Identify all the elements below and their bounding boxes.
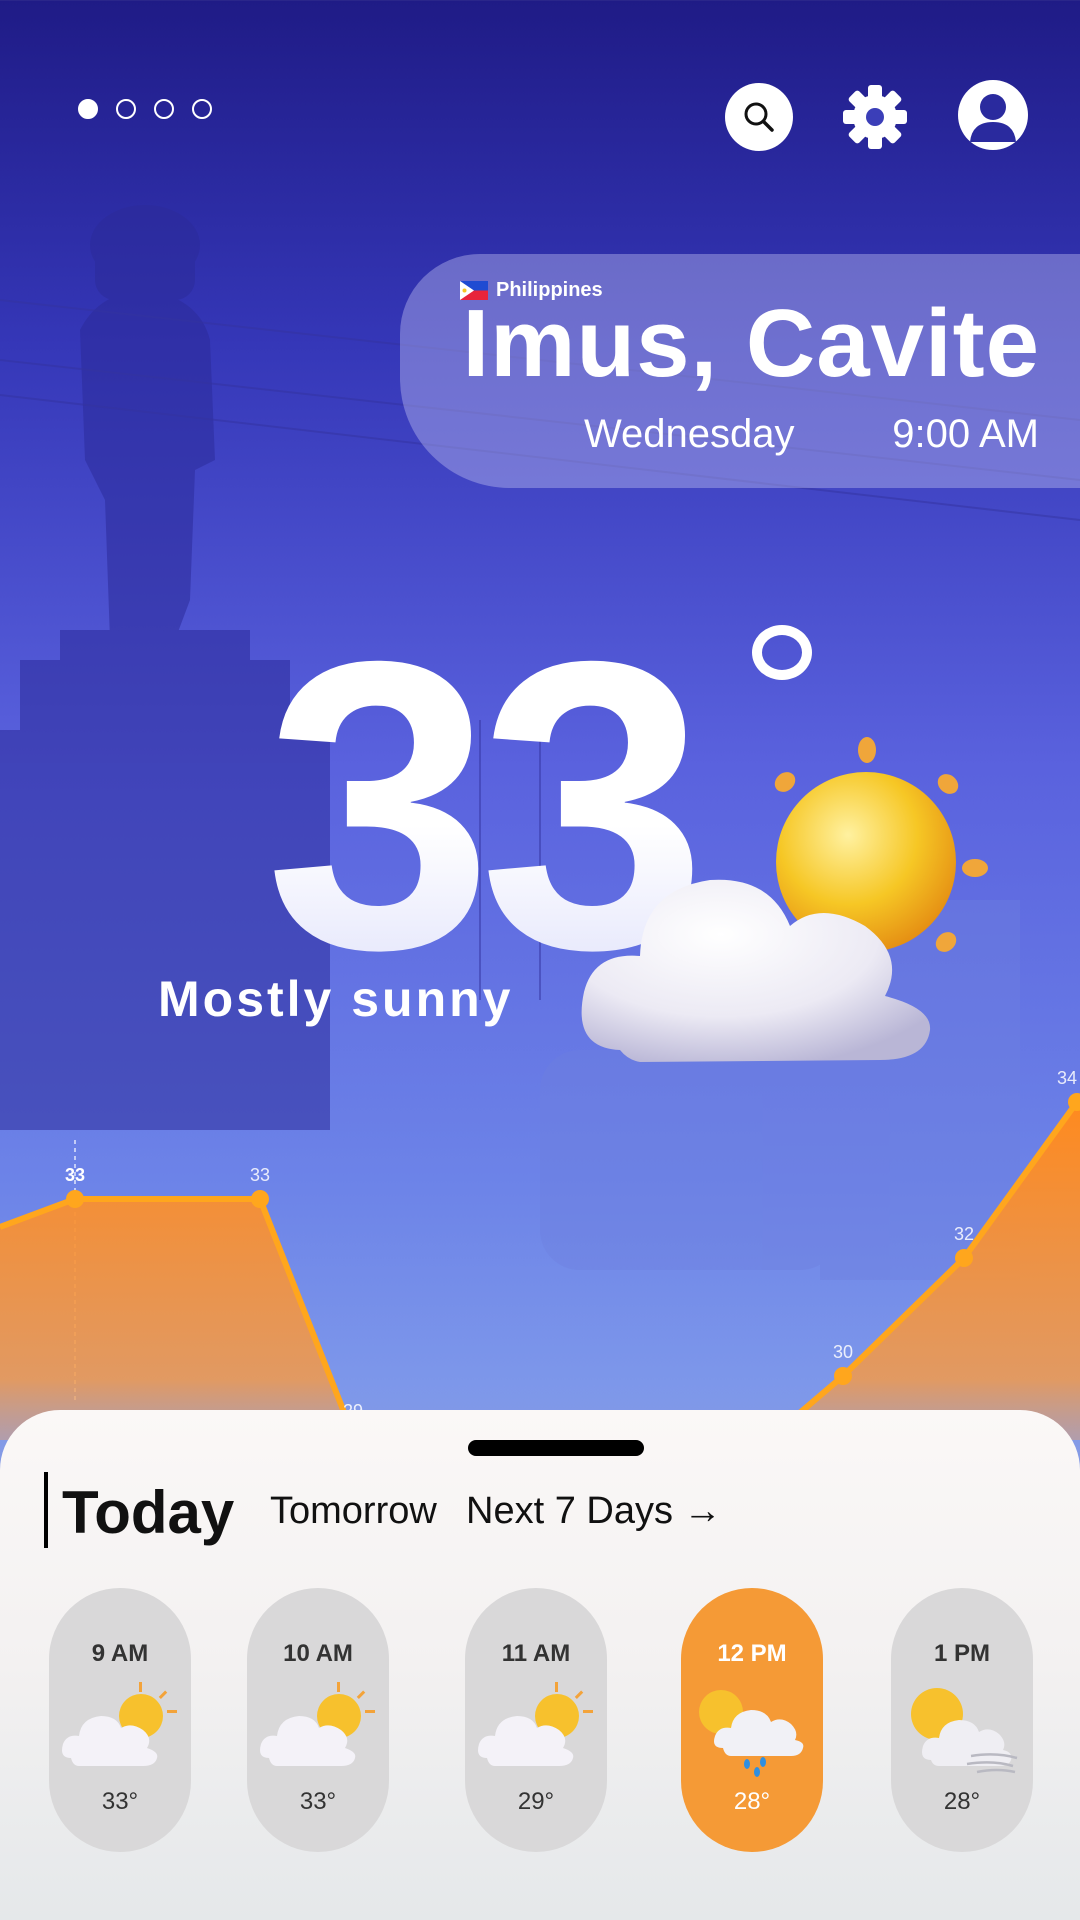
hourly-temperature-chart: 3333292828303234	[0, 1068, 1080, 1440]
degree-symbol	[752, 625, 812, 680]
hour-card-9am[interactable]: 9 AM 33°	[49, 1588, 191, 1852]
hour-label: 11 AM	[501, 1640, 571, 1667]
chart-area	[0, 1102, 1080, 1440]
hour-label: 12 PM	[717, 1640, 787, 1667]
chart-data-label: 32	[954, 1224, 974, 1244]
active-tab-indicator	[44, 1472, 48, 1548]
chart-data-label: 34	[1057, 1068, 1077, 1088]
partly-sunny-icon	[260, 1682, 375, 1766]
chart-data-label: 33	[250, 1165, 270, 1185]
page-indicator[interactable]	[78, 99, 212, 119]
chart-point	[251, 1190, 269, 1208]
settings-button[interactable]	[840, 82, 910, 152]
city-name: Imus, Cavite	[462, 290, 1040, 397]
hour-label: 9 AM	[91, 1640, 149, 1667]
page-dot-2[interactable]	[116, 99, 136, 119]
page-dot-3[interactable]	[154, 99, 174, 119]
search-icon	[744, 102, 774, 132]
chart-point	[66, 1190, 84, 1208]
rain-sun-icon	[699, 1690, 804, 1777]
hour-temp: 33°	[101, 1788, 139, 1815]
hour-temp: 29°	[517, 1788, 555, 1815]
sheet-drag-handle[interactable]	[468, 1440, 644, 1456]
hour-card-1pm[interactable]: 1 PM 28°	[891, 1588, 1033, 1852]
hour-card-12pm[interactable]: 12 PM 28°	[681, 1588, 823, 1852]
hour-temp: 28°	[733, 1788, 771, 1815]
day-label: Wednesday	[584, 412, 795, 456]
condition-label: Mostly sunny	[158, 971, 514, 1027]
user-icon	[970, 94, 1016, 142]
hour-label: 10 AM	[283, 1640, 353, 1667]
gear-icon	[843, 85, 907, 149]
chart-point	[834, 1367, 852, 1385]
hour-card-11am[interactable]: 11 AM 29°	[465, 1588, 607, 1852]
profile-button[interactable]	[958, 80, 1028, 150]
chart-point	[955, 1249, 973, 1267]
hour-temp: 28°	[943, 1788, 981, 1815]
page-dot-1[interactable]	[78, 99, 98, 119]
tab-tomorrow[interactable]: Tomorrow	[270, 1490, 437, 1533]
partly-sunny-icon	[478, 1682, 593, 1766]
windy-sun-icon	[911, 1688, 1018, 1774]
page-dot-4[interactable]	[192, 99, 212, 119]
hour-card-10am[interactable]: 10 AM 33°	[247, 1588, 389, 1852]
hour-label: 1 PM	[933, 1640, 990, 1667]
time-label: 9:00 AM	[892, 412, 1039, 456]
tab-today[interactable]: Today	[62, 1478, 234, 1547]
search-button[interactable]	[725, 83, 793, 151]
hour-temp: 33°	[299, 1788, 337, 1815]
tab-next-7-days[interactable]: Next 7 Days →	[466, 1490, 722, 1533]
chart-data-label: 33	[65, 1165, 85, 1185]
partly-sunny-icon	[62, 1682, 177, 1766]
chart-data-label: 30	[833, 1342, 853, 1362]
